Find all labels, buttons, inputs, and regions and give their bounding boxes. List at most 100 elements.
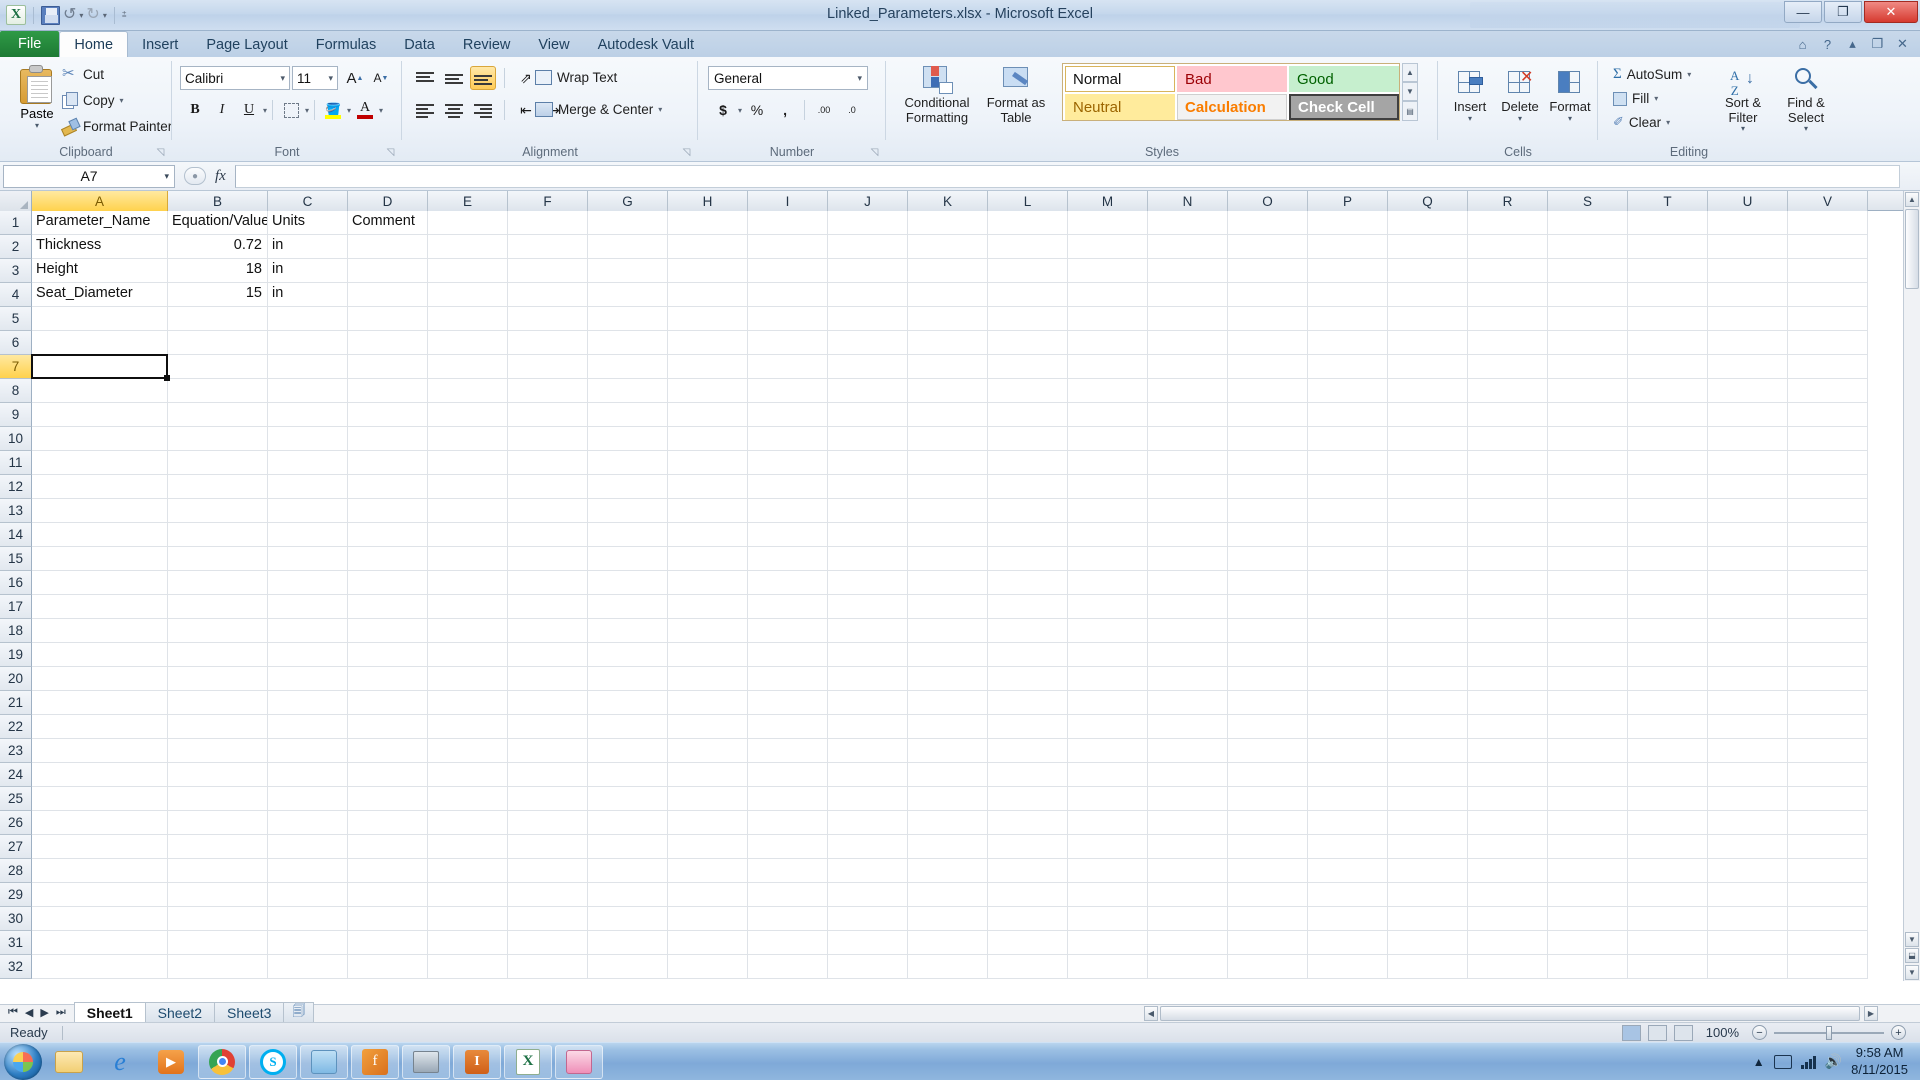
taskbar-clock[interactable]: 9:58 AM 8/11/2015 <box>1851 1045 1914 1078</box>
cell-F8[interactable] <box>508 379 588 403</box>
cell-H6[interactable] <box>668 331 748 355</box>
cell-G26[interactable] <box>588 811 668 835</box>
cell-S9[interactable] <box>1548 403 1628 427</box>
cell-H13[interactable] <box>668 499 748 523</box>
taskbar-inventor[interactable] <box>402 1044 450 1079</box>
cell-J12[interactable] <box>828 475 908 499</box>
column-header-A[interactable]: A <box>32 191 168 211</box>
cell-Q7[interactable] <box>1388 355 1468 379</box>
cell-V8[interactable] <box>1788 379 1868 403</box>
cell-E19[interactable] <box>428 643 508 667</box>
cell-H21[interactable] <box>668 691 748 715</box>
cell-V19[interactable] <box>1788 643 1868 667</box>
cell-U4[interactable] <box>1708 283 1788 307</box>
cell-N1[interactable] <box>1148 211 1228 235</box>
cell-N5[interactable] <box>1148 307 1228 331</box>
cell-style-good[interactable]: Good <box>1289 66 1399 92</box>
cell-C31[interactable] <box>268 931 348 955</box>
cell-F31[interactable] <box>508 931 588 955</box>
cell-B11[interactable] <box>168 451 268 475</box>
cell-V24[interactable] <box>1788 763 1868 787</box>
zoom-level[interactable]: 100% <box>1700 1025 1745 1040</box>
cell-N2[interactable] <box>1148 235 1228 259</box>
cell-U14[interactable] <box>1708 523 1788 547</box>
cell-I31[interactable] <box>748 931 828 955</box>
cell-C11[interactable] <box>268 451 348 475</box>
taskbar-internet-explorer[interactable]: e <box>96 1045 144 1079</box>
cell-L6[interactable] <box>988 331 1068 355</box>
cell-U25[interactable] <box>1708 787 1788 811</box>
cell-P18[interactable] <box>1308 619 1388 643</box>
cell-V18[interactable] <box>1788 619 1868 643</box>
cell-R9[interactable] <box>1468 403 1548 427</box>
cell-U19[interactable] <box>1708 643 1788 667</box>
cell-V32[interactable] <box>1788 955 1868 979</box>
cell-T4[interactable] <box>1628 283 1708 307</box>
taskbar-excel[interactable]: X <box>504 1044 552 1079</box>
start-button[interactable] <box>4 1043 42 1080</box>
cell-Q25[interactable] <box>1388 787 1468 811</box>
grow-font-button[interactable]: A ▲ <box>342 66 368 90</box>
cell-P19[interactable] <box>1308 643 1388 667</box>
row-header-22[interactable]: 22 <box>0 715 32 739</box>
minimize-button[interactable]: — <box>1784 1 1822 23</box>
cell-C22[interactable] <box>268 715 348 739</box>
cell-G7[interactable] <box>588 355 668 379</box>
cell-V31[interactable] <box>1788 931 1868 955</box>
cell-A4[interactable]: Seat_Diameter <box>32 283 168 307</box>
cell-K19[interactable] <box>908 643 988 667</box>
cell-H10[interactable] <box>668 427 748 451</box>
cell-I11[interactable] <box>748 451 828 475</box>
sheet-navigation-buttons[interactable]: ⏮ ◀ ▶ ⏭ <box>0 1006 74 1019</box>
cell-K31[interactable] <box>908 931 988 955</box>
cell-L19[interactable] <box>988 643 1068 667</box>
clear-button[interactable]: ✐ Clear ▾ <box>1608 111 1696 133</box>
cell-H16[interactable] <box>668 571 748 595</box>
cell-B7[interactable] <box>168 355 268 379</box>
cell-C14[interactable] <box>268 523 348 547</box>
cell-U29[interactable] <box>1708 883 1788 907</box>
cell-O30[interactable] <box>1228 907 1308 931</box>
cell-G29[interactable] <box>588 883 668 907</box>
action-center-icon[interactable] <box>1773 1054 1792 1069</box>
cell-Q9[interactable] <box>1388 403 1468 427</box>
cell-Q16[interactable] <box>1388 571 1468 595</box>
cell-I24[interactable] <box>748 763 828 787</box>
cell-F11[interactable] <box>508 451 588 475</box>
zoom-slider[interactable] <box>1774 1025 1884 1040</box>
row-header-13[interactable]: 13 <box>0 499 32 523</box>
cell-N21[interactable] <box>1148 691 1228 715</box>
cell-O8[interactable] <box>1228 379 1308 403</box>
cell-I28[interactable] <box>748 859 828 883</box>
cell-S11[interactable] <box>1548 451 1628 475</box>
cell-J24[interactable] <box>828 763 908 787</box>
cell-R28[interactable] <box>1468 859 1548 883</box>
cell-N32[interactable] <box>1148 955 1228 979</box>
cell-P3[interactable] <box>1308 259 1388 283</box>
cell-K11[interactable] <box>908 451 988 475</box>
cell-H20[interactable] <box>668 667 748 691</box>
sheet-tab-sheet2[interactable]: Sheet2 <box>144 1002 216 1022</box>
cell-C32[interactable] <box>268 955 348 979</box>
bold-button[interactable]: B <box>182 98 208 122</box>
cell-P27[interactable] <box>1308 835 1388 859</box>
row-header-23[interactable]: 23 <box>0 739 32 763</box>
normal-view-button[interactable] <box>1621 1024 1641 1041</box>
restore-window-icon[interactable]: ❐ <box>1870 36 1885 52</box>
cell-I13[interactable] <box>748 499 828 523</box>
cell-B24[interactable] <box>168 763 268 787</box>
cell-U23[interactable] <box>1708 739 1788 763</box>
cell-U16[interactable] <box>1708 571 1788 595</box>
cell-O7[interactable] <box>1228 355 1308 379</box>
cell-N19[interactable] <box>1148 643 1228 667</box>
row-header-10[interactable]: 10 <box>0 427 32 451</box>
font-color-button[interactable]: A <box>352 98 378 122</box>
cell-N14[interactable] <box>1148 523 1228 547</box>
cell-style-calculation[interactable]: Calculation <box>1177 94 1287 120</box>
next-sheet-icon[interactable]: ▶ <box>40 1006 48 1019</box>
cell-A18[interactable] <box>32 619 168 643</box>
cell-V21[interactable] <box>1788 691 1868 715</box>
cell-V14[interactable] <box>1788 523 1868 547</box>
cell-S29[interactable] <box>1548 883 1628 907</box>
cell-C27[interactable] <box>268 835 348 859</box>
